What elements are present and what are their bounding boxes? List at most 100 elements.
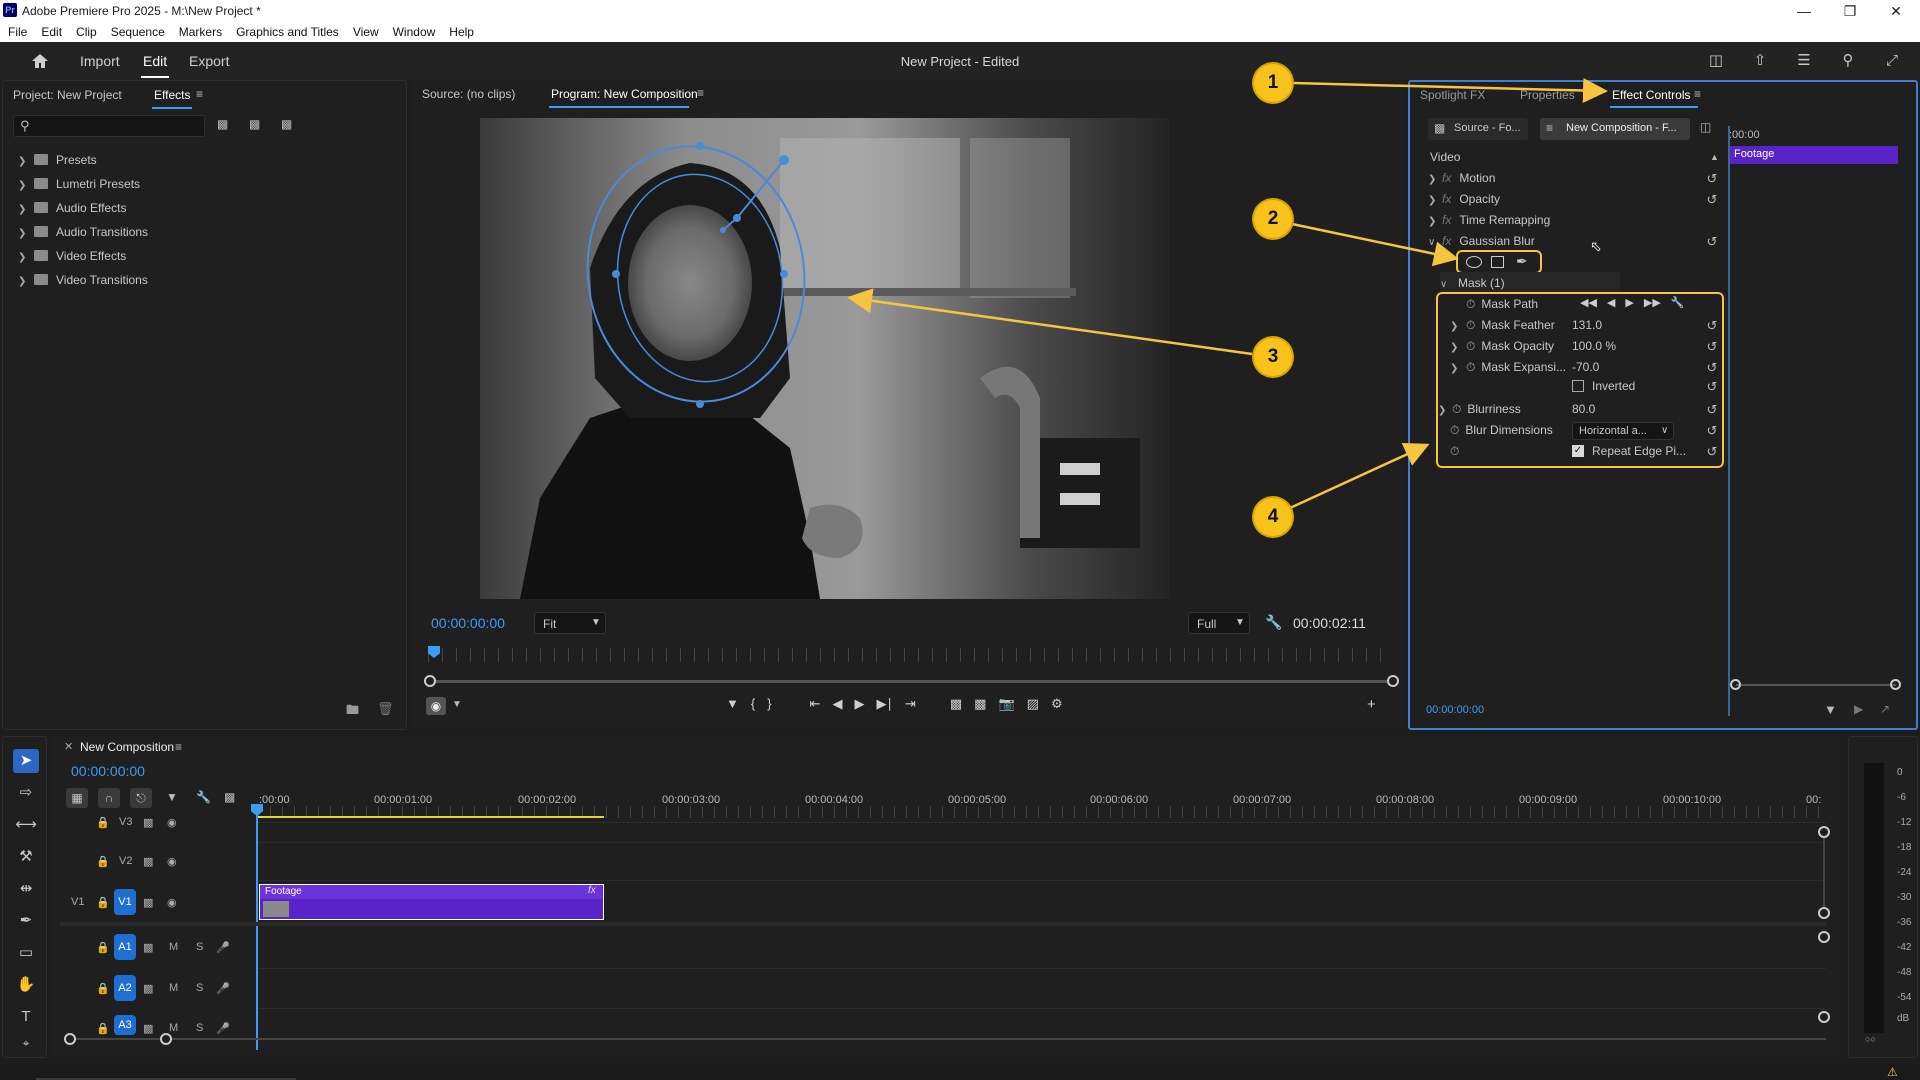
meter-label: -12 bbox=[1897, 817, 1912, 828]
timeline-timecode[interactable]: 00:00:00:00 bbox=[71, 763, 145, 779]
tools-panel: ➤ ⇨ ⟷ ⚒ ⇹ ✒ ▭ ✋ T ⌖ bbox=[2, 736, 47, 1058]
captions-icon[interactable]: ▩ bbox=[224, 790, 235, 804]
meter-label: -24 bbox=[1897, 867, 1912, 878]
callout-2: 2 bbox=[1254, 200, 1292, 238]
clip-name: Footage bbox=[265, 886, 302, 897]
meter-bar bbox=[1864, 763, 1884, 1033]
razor-tool-icon[interactable]: ⚒ bbox=[13, 845, 39, 869]
pen-tool-icon[interactable]: ✒ bbox=[13, 909, 39, 933]
ruler-label: 00:00:05:00 bbox=[948, 794, 1007, 806]
a-scroll-handle[interactable] bbox=[1818, 1011, 1830, 1023]
sync-lock-icon[interactable]: ▩ bbox=[143, 855, 153, 868]
h-scroll-handle-right[interactable] bbox=[160, 1033, 172, 1045]
timeline-settings-icon[interactable]: 🔧 bbox=[196, 790, 211, 804]
lock-icon[interactable]: 🔒 bbox=[96, 982, 110, 995]
ruler-label: 00:00:09:00 bbox=[1519, 794, 1578, 806]
lock-icon[interactable]: 🔒 bbox=[96, 816, 110, 829]
nest-icon[interactable]: ▦ bbox=[66, 788, 88, 808]
ruler-label: 00: bbox=[1806, 794, 1822, 806]
status-bar: ⚠ bbox=[0, 1064, 1920, 1080]
v-scroll-handle[interactable] bbox=[1818, 907, 1830, 919]
fx-badge: fx bbox=[588, 885, 596, 896]
meter-label: -54 bbox=[1897, 992, 1912, 1003]
track-a2-target[interactable]: A2 bbox=[114, 975, 136, 1001]
ruler-label: 00:00:02:00 bbox=[518, 794, 577, 806]
video-v-scrollbar[interactable] bbox=[1823, 832, 1825, 914]
ripple-edit-tool-icon[interactable]: ⟷ bbox=[13, 813, 39, 837]
ruler-label: 00:00:10:00 bbox=[1663, 794, 1722, 806]
mute-button[interactable]: M bbox=[169, 1022, 178, 1034]
callout-3: 3 bbox=[1254, 338, 1292, 376]
meter-label: -48 bbox=[1897, 967, 1912, 978]
linked-selection-icon[interactable]: ⎋ bbox=[130, 788, 152, 808]
timeline-h-scrollbar[interactable] bbox=[70, 1038, 1826, 1040]
track-a1-target[interactable]: A1 bbox=[114, 934, 136, 960]
mute-button[interactable]: M bbox=[169, 941, 178, 953]
track-a3-target[interactable]: A3 bbox=[114, 1015, 136, 1035]
solo-button[interactable]: S bbox=[196, 941, 203, 953]
ruler-label: :00:00 bbox=[259, 794, 290, 806]
h-scroll-handle-left[interactable] bbox=[64, 1033, 76, 1045]
warning-icon[interactable]: ⚠ bbox=[1887, 1065, 1898, 1079]
lock-icon[interactable]: 🔒 bbox=[96, 1022, 110, 1035]
eye-icon[interactable]: ◉ bbox=[167, 896, 177, 909]
solo-button[interactable]: S bbox=[196, 982, 203, 994]
clip-thumbnail bbox=[263, 901, 289, 917]
sync-lock-icon[interactable]: ▩ bbox=[143, 896, 153, 909]
lock-icon[interactable]: 🔒 bbox=[96, 855, 110, 868]
track-select-tool-icon[interactable]: ⇨ bbox=[13, 781, 39, 805]
av-divider bbox=[60, 922, 1826, 926]
eye-icon[interactable]: ◉ bbox=[167, 855, 177, 868]
meter-label: -36 bbox=[1897, 917, 1912, 928]
mic-icon[interactable]: 🎤 bbox=[216, 941, 230, 954]
rectangle-tool-icon[interactable]: ▭ bbox=[13, 941, 39, 965]
ruler-label: 00:00:04:00 bbox=[805, 794, 864, 806]
meter-label: 0 bbox=[1897, 767, 1903, 778]
sync-lock-icon[interactable]: ▩ bbox=[143, 1022, 153, 1035]
lock-icon[interactable]: 🔒 bbox=[96, 941, 110, 954]
type-tool-icon[interactable]: T bbox=[13, 1005, 39, 1029]
close-sequence-icon[interactable]: ✕ bbox=[64, 740, 73, 753]
clip-header bbox=[260, 885, 602, 899]
mute-button[interactable]: M bbox=[169, 982, 178, 994]
sync-lock-icon[interactable]: ▩ bbox=[143, 816, 153, 829]
snap-icon[interactable]: ∩ bbox=[98, 788, 120, 808]
ruler-label: 00:00:06:00 bbox=[1090, 794, 1149, 806]
solo-button[interactable]: S bbox=[196, 1022, 203, 1034]
meter-label: -42 bbox=[1897, 942, 1912, 953]
meter-label: dB bbox=[1897, 1013, 1910, 1024]
meter-label: -18 bbox=[1897, 842, 1912, 853]
panel-menu-icon[interactable]: ≡ bbox=[175, 740, 182, 754]
source-patch-v1[interactable]: V1 bbox=[71, 896, 84, 908]
footage-clip[interactable]: Footage fx bbox=[259, 884, 604, 920]
a-scroll-handle[interactable] bbox=[1818, 931, 1830, 943]
ruler-label: 00:00:01:00 bbox=[374, 794, 433, 806]
hand-tool-icon[interactable]: ✋ bbox=[13, 973, 39, 997]
sync-lock-icon[interactable]: ▩ bbox=[143, 982, 153, 995]
track-divider bbox=[258, 1008, 1826, 1009]
track-divider bbox=[258, 842, 1826, 843]
eye-icon[interactable]: ◉ bbox=[167, 816, 177, 829]
mic-icon[interactable]: 🎤 bbox=[216, 982, 230, 995]
selection-tool-icon[interactable]: ➤ bbox=[13, 749, 39, 773]
sync-lock-icon[interactable]: ▩ bbox=[143, 941, 153, 954]
ruler-label: 00:00:03:00 bbox=[662, 794, 721, 806]
work-area-bar[interactable] bbox=[258, 816, 604, 818]
v-scroll-handle[interactable] bbox=[1818, 826, 1830, 838]
track-divider bbox=[258, 822, 1826, 823]
callout-1: 1 bbox=[1254, 64, 1292, 102]
meter-label: -30 bbox=[1897, 892, 1912, 903]
track-divider bbox=[258, 880, 1826, 881]
lock-icon[interactable]: 🔒 bbox=[96, 896, 110, 909]
track-v3-label: V3 bbox=[119, 816, 133, 828]
mic-icon[interactable]: 🎤 bbox=[216, 1022, 230, 1035]
add-marker-icon[interactable]: ▼ bbox=[166, 790, 178, 804]
ruler-label: 00:00:08:00 bbox=[1376, 794, 1435, 806]
track-v1-target[interactable]: V1 bbox=[114, 889, 136, 915]
ruler-label: 00:00:07:00 bbox=[1233, 794, 1292, 806]
slip-tool-icon[interactable]: ⇹ bbox=[13, 877, 39, 901]
meter-label: -6 bbox=[1897, 792, 1906, 803]
generative-extend-icon[interactable]: ⌖ bbox=[13, 1031, 39, 1055]
sequence-tab[interactable]: New Composition bbox=[80, 740, 174, 754]
solo-meter-icon[interactable]: ○○ bbox=[1865, 1034, 1876, 1044]
